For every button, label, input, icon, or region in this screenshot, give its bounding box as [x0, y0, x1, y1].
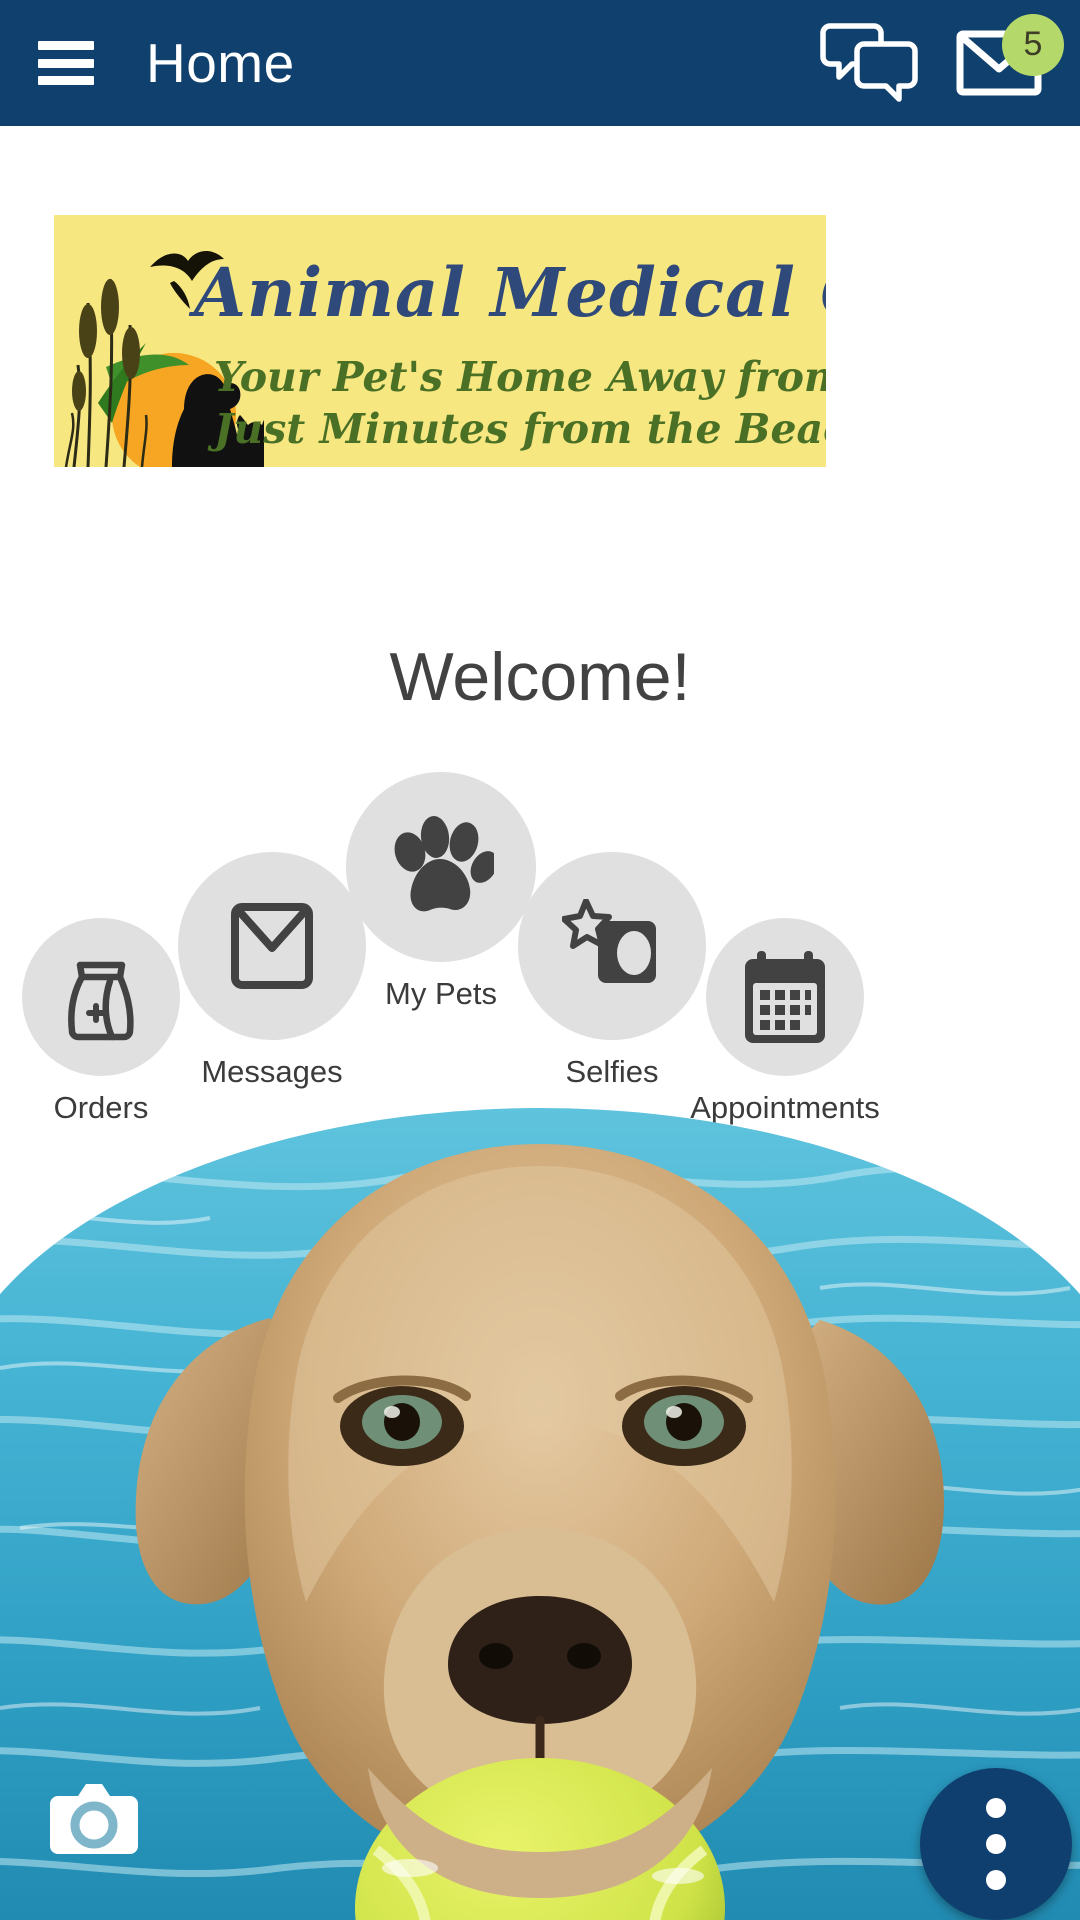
quick-action-my-pets[interactable]: My Pets	[346, 772, 536, 1012]
quick-action-appointments[interactable]: Appointments	[690, 918, 880, 1126]
hamburger-menu-icon[interactable]	[38, 41, 94, 85]
hamburger-bar	[38, 41, 94, 50]
quick-action-messages[interactable]: Messages	[177, 852, 367, 1090]
banner-title: Animal Medical Center	[194, 253, 826, 332]
camera-button[interactable]	[48, 1778, 140, 1858]
clinic-logo-banner[interactable]: Animal Medical Center Your Pet's Home Aw…	[54, 215, 826, 467]
envelope-icon	[231, 903, 313, 989]
more-vertical-icon-dot	[986, 1798, 1006, 1818]
quick-action-orders[interactable]: Orders	[6, 918, 196, 1126]
quick-action-circle	[22, 918, 180, 1076]
quick-action-label: Selfies	[565, 1054, 659, 1089]
quick-action-circle	[346, 772, 536, 962]
quick-action-circle	[706, 918, 864, 1076]
paw-print-icon	[394, 816, 494, 912]
quick-action-label: My Pets	[385, 976, 497, 1011]
banner-tagline-2: Just Minutes from the Beach	[214, 405, 826, 453]
camera-star-icon	[562, 899, 656, 983]
page-title: Home	[146, 31, 295, 94]
hamburger-bar	[38, 58, 94, 68]
banner-inner: Animal Medical Center Your Pet's Home Aw…	[54, 215, 826, 467]
yellow-labrador-swimming-illustration-icon	[0, 1108, 1080, 1920]
app-bar-actions: 5	[820, 13, 1064, 109]
quick-action-circle	[518, 852, 706, 1040]
quick-action-label: Messages	[201, 1054, 343, 1089]
more-vertical-icon-dot	[986, 1834, 1006, 1854]
app-root: Home 5 Animal Medical Your Pet's Home Aw…	[0, 0, 1080, 1920]
welcome-heading: Welcome!	[389, 639, 691, 715]
more-options-fab[interactable]	[920, 1768, 1072, 1920]
quick-action-circle	[178, 852, 366, 1040]
chat-button[interactable]	[820, 18, 920, 109]
hamburger-bar	[38, 76, 94, 85]
app-bar: Home 5	[0, 0, 1080, 126]
chat-bubbles-icon	[820, 22, 918, 102]
camera-icon	[50, 1784, 138, 1854]
mail-button[interactable]: 5	[956, 13, 1064, 103]
hero-photo[interactable]	[0, 1108, 1080, 1920]
quick-actions-row: Orders Messages My Pets Selfies Appointm…	[0, 772, 1080, 1130]
quick-action-selfies[interactable]: Selfies	[517, 852, 707, 1090]
mail-unread-badge: 5	[1002, 13, 1064, 76]
more-vertical-icon-dot	[986, 1870, 1006, 1890]
banner-tagline-1: Your Pet's Home Away from Home	[214, 353, 826, 401]
pet-food-bag-icon	[68, 961, 134, 1041]
calendar-icon	[745, 951, 825, 1043]
